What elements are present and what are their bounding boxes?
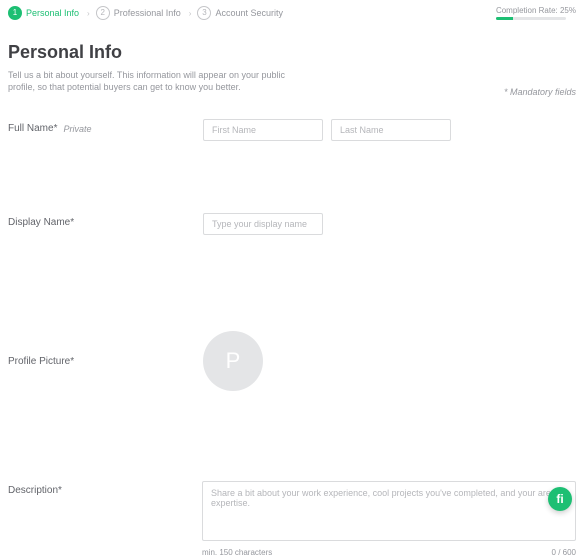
help-fab[interactable]: fi	[548, 487, 572, 511]
completion-rate: Completion Rate: 25%	[496, 6, 576, 20]
description-min: min. 150 characters	[202, 548, 272, 557]
step-label: Personal Info	[26, 8, 79, 18]
display-name-label: Display Name*	[8, 217, 74, 228]
step-number: 1	[8, 6, 22, 20]
progress-bar	[496, 17, 566, 20]
description-counter: 0 / 600	[552, 548, 576, 557]
step-number: 2	[96, 6, 110, 20]
fullname-label: Full Name*	[8, 123, 57, 134]
step-personal-info[interactable]: 1 Personal Info	[8, 6, 79, 20]
first-name-input[interactable]	[203, 119, 323, 141]
page-title: Personal Info	[8, 42, 576, 63]
completion-text: Completion Rate: 25%	[496, 6, 576, 15]
step-label: Professional Info	[114, 8, 181, 18]
step-number: 3	[197, 6, 211, 20]
step-label: Account Security	[215, 8, 283, 18]
profile-picture-label: Profile Picture*	[8, 356, 74, 367]
fab-icon: fi	[556, 492, 563, 506]
chevron-right-icon: ›	[189, 9, 192, 18]
field-fullname: Full Name* Private	[8, 119, 576, 141]
display-name-input[interactable]	[203, 213, 323, 235]
private-tag: Private	[63, 124, 91, 134]
last-name-input[interactable]	[331, 119, 451, 141]
field-profile-picture: Profile Picture* P	[8, 331, 576, 391]
progress-fill	[496, 17, 514, 20]
avatar-initial: P	[226, 348, 241, 374]
description-label: Description*	[8, 485, 62, 496]
step-account-security[interactable]: 3 Account Security	[197, 6, 283, 20]
field-description: Description* min. 150 characters 0 / 600	[8, 481, 576, 557]
description-textarea[interactable]	[202, 481, 576, 541]
avatar-upload[interactable]: P	[203, 331, 263, 391]
step-professional-info[interactable]: 2 Professional Info	[96, 6, 181, 20]
stepper: 1 Personal Info › 2 Professional Info › …	[0, 0, 584, 28]
field-display-name: Display Name*	[8, 213, 576, 235]
chevron-right-icon: ›	[87, 9, 90, 18]
